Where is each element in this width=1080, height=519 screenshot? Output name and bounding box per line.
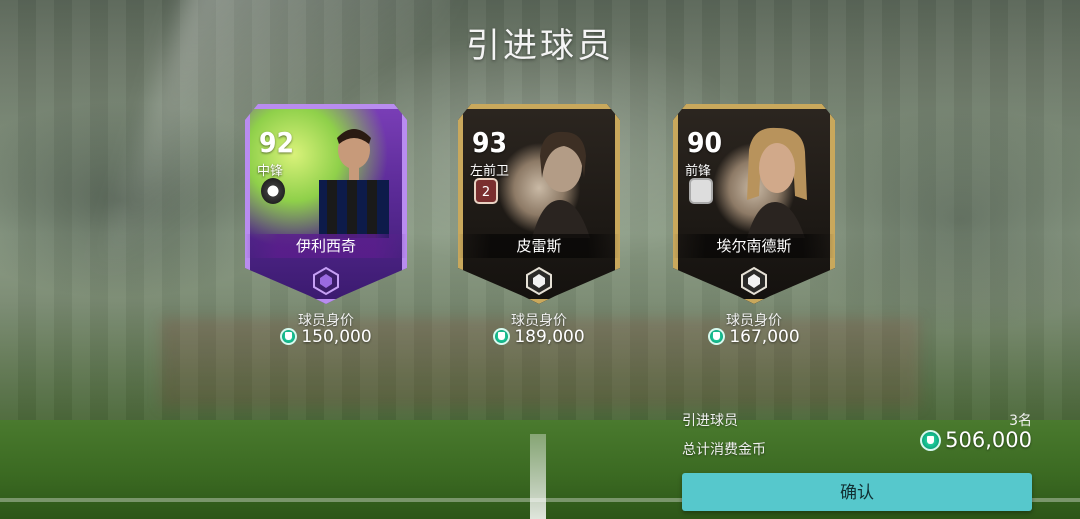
page-title: 引进球员 xyxy=(466,26,614,66)
pitch-line xyxy=(530,434,546,519)
player-rating: 90 xyxy=(687,126,723,159)
player-name: 皮雷斯 xyxy=(458,234,620,258)
player-position: 前锋 xyxy=(685,164,712,179)
hexagon-gem-icon xyxy=(526,266,552,296)
hexagon-gem-icon xyxy=(741,266,767,296)
coin-icon xyxy=(493,328,511,345)
chemistry-badge: 2 xyxy=(474,178,498,204)
price-value: 167,000 xyxy=(729,327,800,347)
player-name: 伊利西奇 xyxy=(245,234,407,258)
coin-icon xyxy=(708,328,726,345)
player-price: 150,000 xyxy=(245,327,407,347)
total-label: 总计消费金币 xyxy=(682,442,766,458)
player-price: 189,000 xyxy=(458,327,620,347)
player-photo xyxy=(747,127,807,238)
total-value: 506,000 xyxy=(945,428,1032,452)
coin-icon xyxy=(920,430,942,451)
player-position: 中锋 xyxy=(257,164,284,179)
price-value: 189,000 xyxy=(514,327,585,347)
player-position: 左前卫 xyxy=(470,164,510,179)
player-photo xyxy=(532,131,590,238)
player-rating: 93 xyxy=(472,126,508,159)
player-price: 167,000 xyxy=(673,327,835,347)
player-rating: 92 xyxy=(259,126,295,159)
club-crest-icon xyxy=(689,178,713,204)
player-name: 埃尔南德斯 xyxy=(673,234,835,258)
player-card[interactable]: 92 中锋 伊利西奇 xyxy=(245,104,407,304)
confirm-button[interactable]: 确认 xyxy=(682,473,1032,511)
club-crest-icon xyxy=(261,178,285,204)
player-photo xyxy=(319,129,389,238)
total-cost: 506,000 xyxy=(920,428,1032,452)
hexagon-gem-icon xyxy=(313,266,339,296)
price-value: 150,000 xyxy=(301,327,372,347)
players-label: 引进球员 xyxy=(682,413,738,429)
coin-icon xyxy=(280,328,298,345)
player-card[interactable]: 93 左前卫 2 皮雷斯 xyxy=(458,104,620,304)
player-card[interactable]: 90 前锋 埃尔南德斯 xyxy=(673,104,835,304)
players-count: 3名 xyxy=(1009,413,1032,429)
